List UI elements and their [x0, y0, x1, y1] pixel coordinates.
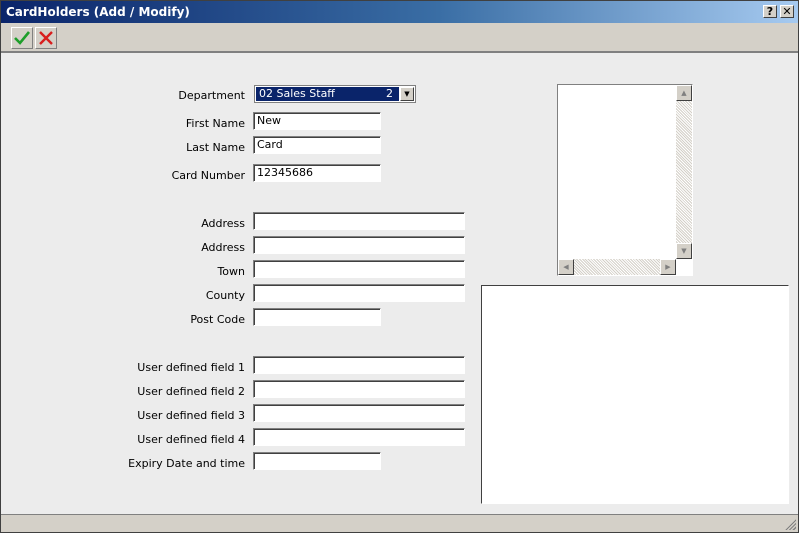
status-bar [1, 514, 798, 532]
chevron-left-icon: ◀ [563, 263, 569, 271]
town-label: Town [217, 265, 245, 278]
vertical-scrollbar[interactable]: ▲ ▼ [676, 85, 692, 259]
card-number-field[interactable]: 12345686 [253, 164, 381, 182]
chevron-right-icon: ▶ [665, 263, 671, 271]
first-name-label: First Name [185, 117, 245, 130]
udf3-field[interactable] [253, 404, 465, 422]
toolbar [1, 23, 798, 53]
udf4-label: User defined field 4 [137, 433, 245, 446]
udf4-field[interactable] [253, 428, 465, 446]
cancel-button[interactable] [35, 27, 57, 49]
last-name-label: Last Name [186, 141, 245, 154]
post-code-field[interactable] [253, 308, 381, 326]
address1-label: Address [201, 217, 245, 230]
horizontal-scrollbar[interactable]: ◀ ▶ [558, 259, 676, 275]
udf1-label: User defined field 1 [137, 361, 245, 374]
first-name-field[interactable]: New [253, 112, 381, 130]
cross-icon [39, 31, 53, 45]
dropdown-arrow-button[interactable]: ▼ [400, 87, 414, 101]
department-select[interactable]: 02 Sales Staff 2 ▼ [254, 85, 416, 103]
udf3-label: User defined field 3 [137, 409, 245, 422]
udf2-field[interactable] [253, 380, 465, 398]
scroll-right-button[interactable]: ▶ [660, 259, 676, 275]
last-name-field[interactable]: Card [253, 136, 381, 154]
expiry-label: Expiry Date and time [128, 457, 245, 470]
expiry-field[interactable] [253, 452, 381, 470]
title-bar[interactable]: CardHolders (Add / Modify) ? ✕ [1, 1, 798, 23]
chevron-down-icon: ▼ [681, 247, 687, 255]
county-label: County [205, 289, 245, 302]
county-field[interactable] [253, 284, 465, 302]
close-button[interactable]: ✕ [780, 5, 794, 18]
scroll-down-button[interactable]: ▼ [676, 243, 692, 259]
scroll-left-button[interactable]: ◀ [558, 259, 574, 275]
resize-grip-icon[interactable] [784, 518, 796, 530]
address2-label: Address [201, 241, 245, 254]
help-button[interactable]: ? [763, 5, 777, 18]
address1-field[interactable] [253, 212, 465, 230]
chevron-up-icon: ▲ [681, 89, 687, 97]
photo-list-box[interactable]: ▲ ▼ ◀ ▶ [557, 84, 693, 276]
udf2-label: User defined field 2 [137, 385, 245, 398]
window-title: CardHolders (Add / Modify) [6, 5, 190, 19]
checkmark-icon [14, 31, 31, 45]
department-selected-value: 02 Sales Staff 2 [256, 87, 399, 101]
post-code-label: Post Code [190, 313, 245, 326]
cardholders-window: CardHolders (Add / Modify) ? ✕ Departmen… [0, 0, 799, 533]
address2-field[interactable] [253, 236, 465, 254]
department-label: Department [178, 89, 245, 102]
town-field[interactable] [253, 260, 465, 278]
scroll-up-button[interactable]: ▲ [676, 85, 692, 101]
udf1-field[interactable] [253, 356, 465, 374]
department-code: 2 [386, 87, 393, 100]
card-number-label: Card Number [171, 169, 245, 182]
ok-button[interactable] [11, 27, 33, 49]
chevron-down-icon: ▼ [404, 90, 410, 98]
department-value: 02 Sales Staff [259, 87, 335, 100]
notes-area[interactable] [481, 285, 789, 504]
